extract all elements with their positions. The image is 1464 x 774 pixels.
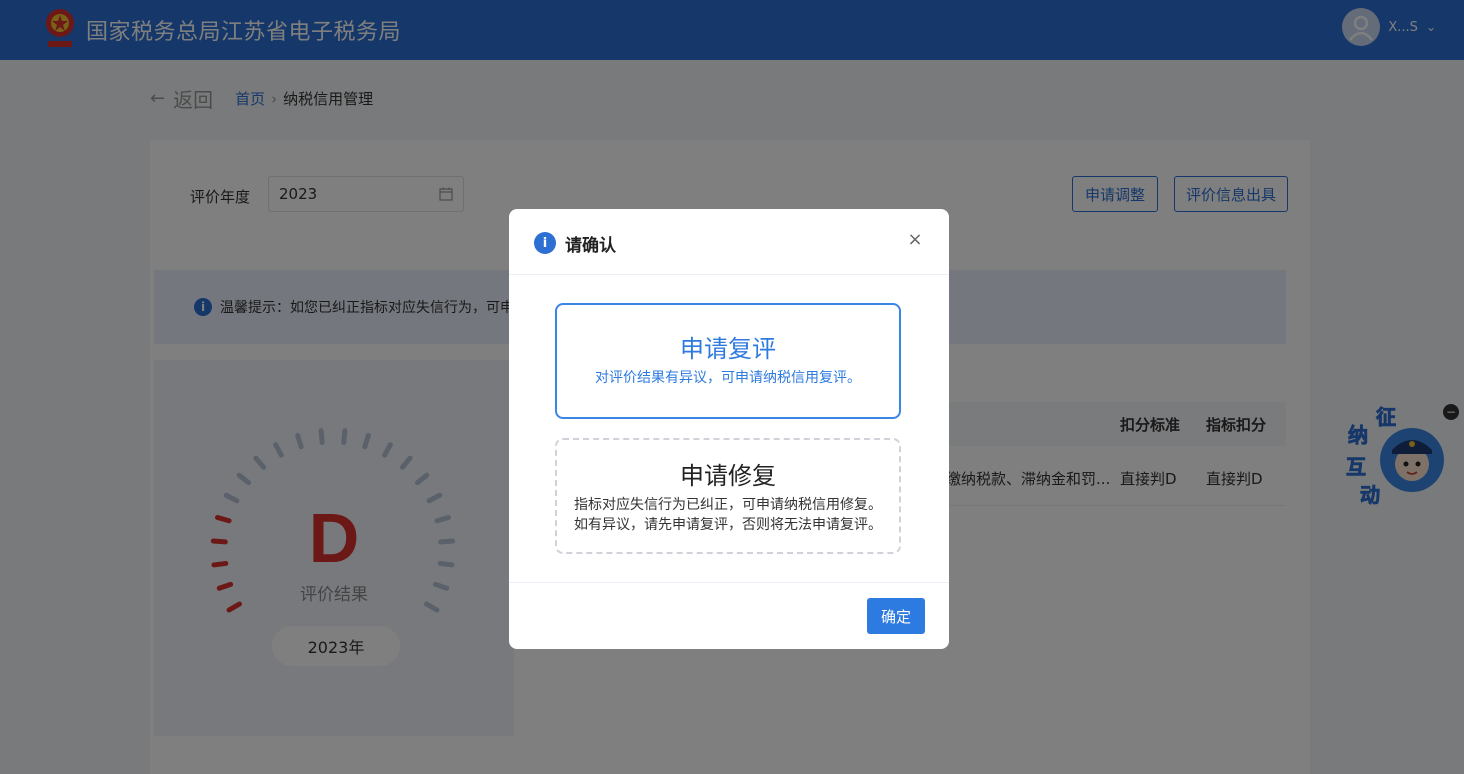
repair-title: 申请修复 bbox=[680, 462, 776, 490]
close-icon[interactable]: × bbox=[905, 229, 925, 250]
review-description: 对评价结果有异议，可申请纳税信用复评。 bbox=[595, 370, 861, 386]
confirm-dialog: i 请确认 × 申请复评 对评价结果有异议，可申请纳税信用复评。 申请修复 指标… bbox=[509, 209, 949, 649]
dialog-divider bbox=[509, 582, 949, 583]
dialog-title: 请确认 bbox=[565, 236, 616, 256]
info-icon: i bbox=[534, 232, 556, 254]
review-title: 申请复评 bbox=[680, 335, 776, 363]
repair-description-line2: 如有异议，请先申请复评，否则将无法申请复评。 bbox=[574, 517, 882, 533]
repair-description-line1: 指标对应失信行为已纠正，可申请纳税信用修复。 bbox=[574, 497, 882, 513]
confirm-button[interactable]: 确定 bbox=[867, 598, 925, 634]
apply-review-option[interactable]: 申请复评 对评价结果有异议，可申请纳税信用复评。 bbox=[555, 303, 901, 419]
dialog-header: i 请确认 × bbox=[509, 209, 949, 275]
apply-repair-option[interactable]: 申请修复 指标对应失信行为已纠正，可申请纳税信用修复。 如有异议，请先申请复评，… bbox=[555, 438, 901, 554]
